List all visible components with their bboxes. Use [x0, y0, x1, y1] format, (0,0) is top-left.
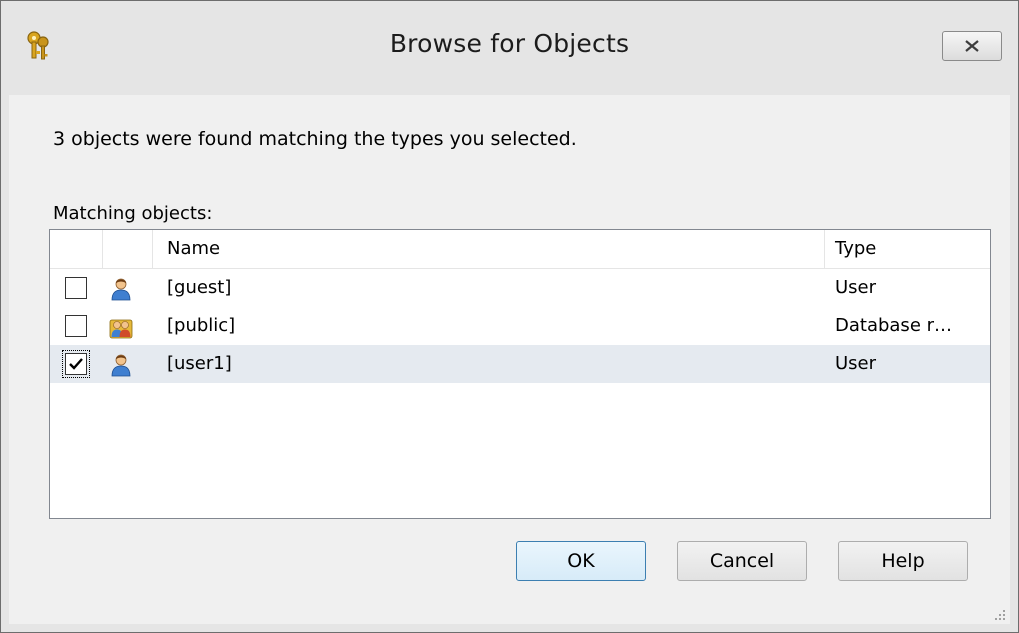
- user-icon: [109, 353, 133, 377]
- user-icon: [109, 277, 133, 301]
- list-row-public[interactable]: [public] Database r…: [50, 307, 990, 345]
- row-name: [public]: [167, 315, 236, 336]
- list-header: Name Type: [50, 230, 990, 269]
- dialog-body: 3 objects were found matching the types …: [9, 95, 1010, 624]
- matching-objects-list[interactable]: Name Type [guest] User [public] Database…: [49, 229, 991, 519]
- column-header-name[interactable]: Name: [167, 238, 220, 259]
- title-bar[interactable]: Browse for Objects: [1, 1, 1018, 95]
- close-icon: [965, 40, 979, 52]
- row-type: User: [835, 353, 877, 374]
- row-checkbox[interactable]: [65, 315, 87, 337]
- row-name: [guest]: [167, 277, 232, 298]
- result-summary: 3 objects were found matching the types …: [53, 128, 577, 150]
- row-name: [user1]: [167, 353, 232, 374]
- database-role-icon: [109, 315, 133, 339]
- window-title: Browse for Objects: [389, 29, 630, 58]
- column-header-type[interactable]: Type: [835, 238, 876, 259]
- resize-grip-icon[interactable]: [992, 606, 1006, 620]
- header-separator[interactable]: [102, 230, 103, 268]
- row-checkbox[interactable]: [65, 277, 87, 299]
- help-button[interactable]: Help: [838, 541, 968, 581]
- header-separator[interactable]: [824, 230, 825, 268]
- ok-button[interactable]: OK: [516, 541, 646, 581]
- matching-objects-label: Matching objects:: [53, 203, 213, 224]
- row-type: Database r…: [835, 315, 953, 336]
- list-row-guest[interactable]: [guest] User: [50, 269, 990, 307]
- row-checkbox[interactable]: [62, 350, 90, 378]
- checkmark-icon: [69, 358, 83, 370]
- list-row-user1[interactable]: [user1] User: [50, 345, 990, 383]
- header-separator[interactable]: [152, 230, 153, 268]
- close-button[interactable]: [942, 31, 1002, 61]
- browse-for-objects-dialog: Browse for Objects 3 objects were found …: [0, 0, 1019, 633]
- cancel-button[interactable]: Cancel: [677, 541, 807, 581]
- row-type: User: [835, 277, 877, 298]
